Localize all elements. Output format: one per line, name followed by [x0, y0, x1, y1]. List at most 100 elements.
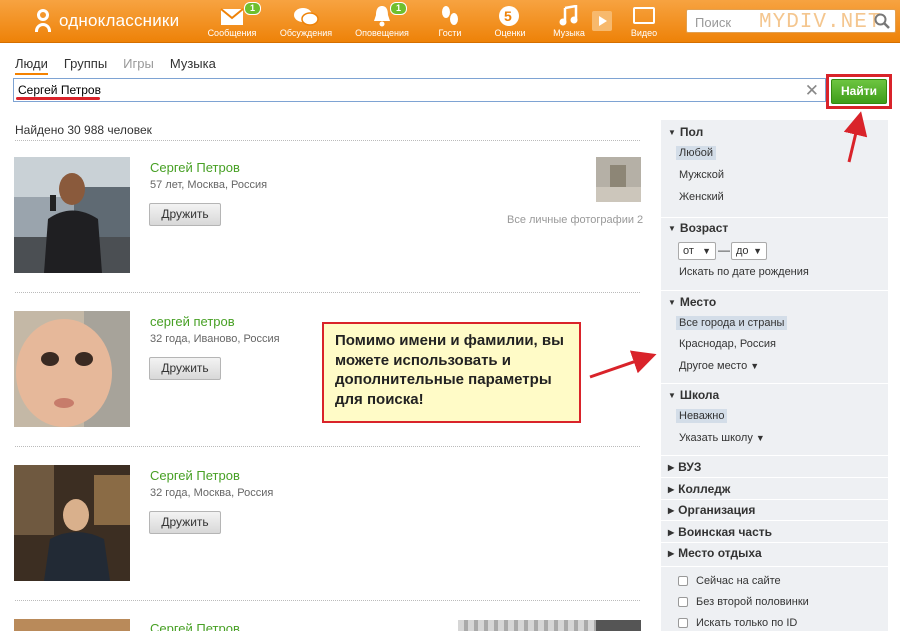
- nav-discussions[interactable]: Обсуждения: [274, 0, 338, 43]
- search-placeholder: Поиск: [695, 15, 732, 30]
- gender-option-male[interactable]: Мужской: [676, 168, 727, 182]
- search-value: Сергей Петров: [18, 83, 101, 97]
- school-specify-dropdown[interactable]: Указать школу ▼: [676, 431, 768, 445]
- divider: [15, 140, 640, 141]
- divider: [15, 292, 640, 293]
- svg-text:5: 5: [504, 8, 512, 24]
- nav-messages[interactable]: 1 Сообщения: [200, 0, 264, 43]
- age-from-select[interactable]: от ▼: [678, 242, 716, 260]
- all-photos-link[interactable]: Все личные фотографии 2: [507, 214, 643, 226]
- person-photo-image: [14, 465, 130, 581]
- search-by-id-checkbox[interactable]: [678, 618, 688, 628]
- online-now-checkbox[interactable]: [678, 576, 688, 586]
- callout-text: Помимо имени и фамилии, вы можете исполь…: [335, 332, 564, 408]
- result-photo[interactable]: [14, 311, 130, 427]
- result-photo[interactable]: [14, 157, 130, 273]
- highlight-underline: [16, 97, 100, 100]
- clear-icon[interactable]: ✕: [805, 81, 819, 101]
- filter-military-unit[interactable]: ▶ Воинская часть: [668, 525, 772, 539]
- add-friend-button[interactable]: Дружить: [149, 511, 221, 534]
- filter-university[interactable]: ▶ ВУЗ: [668, 460, 701, 474]
- gender-option-any[interactable]: Любой: [676, 146, 717, 160]
- divider: [661, 542, 888, 543]
- divider: [661, 383, 888, 384]
- filter-vacation-place[interactable]: ▶ Место отдыха: [668, 546, 762, 560]
- people-search-input[interactable]: Сергей Петров ✕: [13, 78, 826, 102]
- add-friend-button[interactable]: Дружить: [149, 203, 221, 226]
- messages-badge: 1: [244, 2, 262, 15]
- chat-bubbles-icon: [294, 8, 319, 26]
- arrow-to-filters: [589, 350, 657, 379]
- filter-school-title[interactable]: ▼ Школа: [668, 388, 719, 402]
- nav-label: Оповещения: [355, 28, 409, 38]
- find-button[interactable]: Найти: [831, 79, 887, 104]
- divider: [661, 477, 888, 478]
- single-checkbox[interactable]: [678, 597, 688, 607]
- expand-triangle-icon: ▼: [668, 128, 676, 137]
- person-photo-image: [14, 619, 130, 631]
- filter-place-title[interactable]: ▼ Место: [668, 295, 716, 309]
- nav-label: Обсуждения: [279, 28, 333, 38]
- top-bar: одноклассники 1 Сообщения Обсуждения 1 О…: [0, 0, 900, 43]
- filter-gender-title[interactable]: ▼ Пол: [668, 125, 703, 139]
- gender-option-female[interactable]: Женский: [676, 190, 727, 204]
- expand-triangle-icon: ▼: [668, 391, 676, 400]
- result-thumbnail[interactable]: [596, 157, 641, 202]
- play-music-icon[interactable]: [592, 11, 612, 31]
- photo-strip: [458, 620, 596, 631]
- add-friend-button[interactable]: Дружить: [149, 357, 221, 380]
- footprints-icon: [442, 6, 458, 25]
- collapsed-triangle-icon: ▶: [668, 485, 675, 494]
- place-option-krasnodar[interactable]: Краснодар, Россия: [676, 337, 779, 351]
- divider: [661, 566, 888, 567]
- thumbnail-image: [596, 157, 641, 202]
- divider: [661, 499, 888, 500]
- age-to-select[interactable]: до ▼: [731, 242, 767, 260]
- site-logo[interactable]: одноклассники: [34, 9, 179, 33]
- nav-ratings[interactable]: 5 Оценки: [478, 0, 542, 43]
- tab-music[interactable]: Музыка: [170, 56, 216, 75]
- divider: [15, 446, 640, 447]
- divider: [661, 217, 888, 218]
- result-name[interactable]: Сергей Петров: [150, 621, 240, 631]
- find-button-highlight: Найти: [826, 74, 892, 109]
- top-search-input[interactable]: Поиск MYDIV.NET: [686, 9, 896, 34]
- place-option-all[interactable]: Все города и страны: [676, 316, 788, 330]
- notifications-badge: 1: [390, 2, 408, 15]
- result-meta: 32 года, Москва, Россия: [150, 487, 274, 499]
- dropdown-arrow-icon: ▼: [755, 433, 765, 443]
- divider: [15, 600, 640, 601]
- nav-video[interactable]: Видео: [612, 0, 676, 43]
- nav-label: Сообщения: [207, 28, 257, 38]
- filter-organization[interactable]: ▶ Организация: [668, 503, 755, 517]
- expand-triangle-icon: ▼: [668, 224, 676, 233]
- dropdown-arrow-icon: ▼: [702, 246, 711, 256]
- tab-people[interactable]: Люди: [15, 56, 48, 75]
- result-name[interactable]: Сергей Петров: [150, 468, 240, 483]
- dropdown-arrow-icon: ▼: [750, 361, 760, 371]
- collapsed-triangle-icon: ▶: [668, 506, 675, 515]
- nav-label: Оценки: [494, 28, 526, 38]
- nav-notifications[interactable]: 1 Оповещения: [350, 0, 414, 43]
- filters-sidebar: ▼ Пол Любой Мужской Женский ▼ Возраст от ▼ …: [661, 120, 888, 631]
- school-option-any[interactable]: Неважно: [676, 409, 728, 423]
- place-other-dropdown[interactable]: Другое место ▼: [676, 359, 762, 373]
- result-photo[interactable]: [14, 465, 130, 581]
- result-meta: 57 лет, Москва, Россия: [150, 179, 268, 191]
- tab-games[interactable]: Игры: [123, 56, 154, 75]
- birth-date-search-link[interactable]: Искать по дате рождения: [676, 265, 812, 279]
- filter-college[interactable]: ▶ Колледж: [668, 482, 730, 496]
- divider: [661, 290, 888, 291]
- nav-guests[interactable]: Гости: [418, 0, 482, 43]
- divider: [661, 455, 888, 456]
- filter-age-title[interactable]: ▼ Возраст: [668, 221, 728, 235]
- envelope-icon: [220, 8, 244, 25]
- result-photo[interactable]: [14, 619, 130, 631]
- search-icon[interactable]: [874, 13, 890, 29]
- results-count: Найдено 30 988 человек: [15, 123, 152, 137]
- result-name[interactable]: сергей петров: [150, 314, 235, 329]
- divider: [661, 520, 888, 521]
- result-name[interactable]: Сергей Петров: [150, 160, 240, 175]
- tab-groups[interactable]: Группы: [64, 56, 107, 75]
- nav-label: Видео: [630, 28, 658, 38]
